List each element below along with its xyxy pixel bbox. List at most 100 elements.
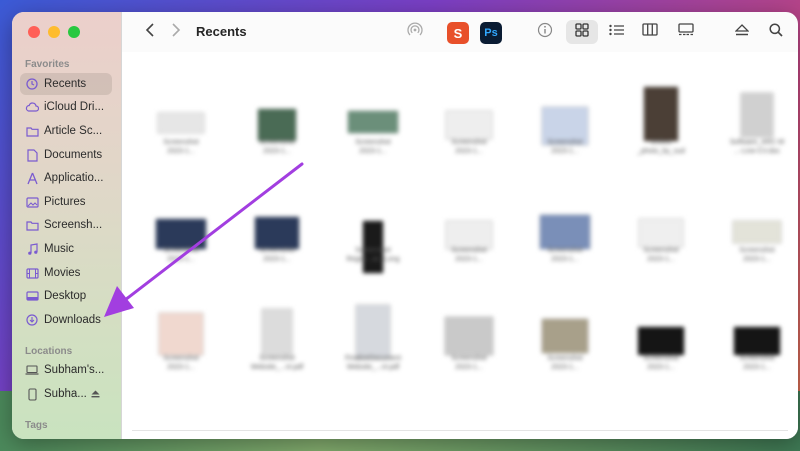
file-item[interactable]: Screenshot 2023-1...	[328, 76, 418, 186]
zoom-button[interactable]	[68, 26, 80, 38]
file-item[interactable]: Screenshot 2023-1...	[616, 292, 706, 402]
file-name: Screenshot 2023-1...	[451, 355, 487, 371]
chevron-right-icon	[171, 22, 181, 42]
file-name: Screenshot 2023-1...	[355, 139, 391, 155]
file-item[interactable]: Screenshot Regist...an_Long	[328, 184, 418, 294]
file-name: FinalizeDocument Website_...nt.pdf	[344, 355, 402, 371]
desktop-icon	[25, 289, 39, 303]
toolbar: Recents S Ps	[122, 12, 798, 52]
column-view-button[interactable]	[638, 20, 662, 44]
file-thumbnail	[157, 112, 205, 134]
file-name: Screenshot Website_...nt.pdf	[250, 355, 304, 371]
file-thumbnail	[643, 86, 679, 142]
eject-icon	[734, 23, 750, 41]
icon-view-button[interactable]	[566, 20, 598, 44]
file-item[interactable]: Screenshot 2023-1...	[232, 76, 322, 186]
sidebar-item-music[interactable]: Music	[20, 238, 112, 260]
sidebar-item-label: Subham's...	[44, 364, 105, 376]
file-thumbnail	[732, 220, 782, 244]
close-button[interactable]	[28, 26, 40, 38]
file-thumbnail	[733, 326, 781, 356]
sidebar-item-label: Pictures	[44, 196, 86, 208]
list-icon	[609, 23, 625, 41]
file-name: Screenshot 2023-1...	[739, 247, 775, 263]
file-item[interactable]: Screenshot 2023-1...	[136, 292, 226, 402]
film-icon	[25, 266, 39, 280]
horizontal-scrollbar[interactable]	[132, 430, 788, 431]
file-name: Screenshot 2023-1...	[259, 139, 295, 155]
sidebar-item-screenshots[interactable]: Screensh...	[20, 214, 112, 236]
file-item[interactable]: Screenshot 2023-1...	[520, 184, 610, 294]
file-item[interactable]: Screenshot 2023-1...	[136, 184, 226, 294]
window-title: Recents	[196, 24, 247, 39]
minimize-button[interactable]	[48, 26, 60, 38]
search-icon	[769, 22, 783, 42]
eject-icon[interactable]	[91, 390, 100, 398]
search-button[interactable]	[764, 20, 788, 44]
back-button[interactable]	[140, 20, 160, 44]
sidebar-item-desktop[interactable]: Desktop	[20, 285, 112, 307]
file-item[interactable]: Screenshot 2023-1...	[520, 76, 610, 186]
file-name: Screenshot 2023-1...	[643, 355, 679, 371]
file-item[interactable]: Screenshot 2023-1...	[424, 292, 514, 402]
sidebar-item-article-screenshots[interactable]: Article Sc...	[20, 120, 112, 142]
file-item[interactable]: Screenshot 2023-1...	[712, 184, 798, 294]
app-letter: Ps	[484, 27, 498, 39]
file-item[interactable]: Screenshot Website_...nt.pdf	[232, 292, 322, 402]
file-item[interactable]: Software_ARC-M ...-Line-CV.doc	[712, 76, 798, 186]
sidebar-item-pictures[interactable]: Pictures	[20, 191, 112, 213]
file-item[interactable]: Screenshot 2023-1...	[424, 184, 514, 294]
sidebar-item-movies[interactable]: Movies	[20, 262, 112, 284]
file-name: Screenshot 2023-1...	[163, 247, 199, 263]
favorites-section-title: Favorites	[25, 59, 70, 70]
applications-icon	[25, 171, 39, 185]
file-item[interactable]: Screenshot 2023-1...	[136, 76, 226, 186]
clock-icon	[25, 77, 39, 91]
file-name: Screenshot 2023-1...	[547, 355, 583, 371]
chevron-left-icon	[145, 22, 155, 42]
file-name: Screenshot 2023-1...	[547, 139, 583, 155]
file-grid: Screenshot 2023-1... Screenshot 2023-1...…	[122, 52, 798, 439]
file-name: Screenshot 2023-1...	[643, 247, 679, 263]
sidebar-item-label: Recents	[44, 78, 87, 90]
airdrop-button[interactable]	[404, 20, 426, 44]
sketch-app-icon[interactable]: S	[447, 22, 469, 44]
file-thumbnail	[638, 218, 684, 248]
sidebar-item-label: Documents	[44, 149, 103, 161]
sidebar-item-downloads[interactable]: Downloads	[20, 309, 112, 331]
sidebar-item-label: Article Sc...	[44, 125, 103, 137]
grid-icon	[575, 22, 589, 42]
list-view-button[interactable]	[605, 20, 629, 44]
file-item[interactable]: Screenshot 2023-1...	[232, 184, 322, 294]
file-name: Screenshot 2023-1...	[451, 247, 487, 263]
sidebar-item-icloud[interactable]: iCloud Dri...	[20, 96, 112, 118]
file-thumbnail	[539, 214, 591, 250]
cloud-icon	[25, 100, 39, 114]
file-item[interactable]: Screenshot 2023-1...	[616, 184, 706, 294]
sidebar-item-applications[interactable]: Applicatio...	[20, 167, 112, 189]
file-item[interactable]: Screenshot 2023-1...	[424, 76, 514, 186]
file-name: Screenshot Regist...an_Long	[346, 247, 400, 263]
folder-icon	[25, 218, 39, 232]
file-item[interactable]: tinified _photo_by_sud	[616, 76, 706, 186]
sidebar-item-mac[interactable]: Subham's...	[20, 359, 112, 381]
eject-button[interactable]	[730, 20, 754, 44]
file-thumbnail	[355, 304, 391, 360]
document-icon	[25, 148, 39, 162]
forward-button[interactable]	[166, 20, 186, 44]
file-thumbnail	[254, 216, 300, 250]
info-button[interactable]	[534, 20, 556, 44]
finder-window: Favorites Recents iCloud Dri... Article …	[12, 12, 798, 439]
photoshop-app-icon[interactable]: Ps	[480, 22, 502, 44]
file-thumbnail	[158, 312, 204, 356]
sidebar-item-recents[interactable]: Recents	[20, 73, 112, 95]
file-name: Screenshot 2023-1...	[163, 139, 199, 155]
file-item[interactable]: FinalizeDocument Website_...nt.pdf	[328, 292, 418, 402]
file-item[interactable]: Screenshot 2023-1...	[520, 292, 610, 402]
sidebar-item-label: Music	[44, 243, 75, 255]
gallery-view-button[interactable]	[674, 20, 698, 44]
file-name: Screenshot 2023-1...	[547, 247, 583, 263]
sidebar-item-documents[interactable]: Documents	[20, 144, 112, 166]
file-item[interactable]: Screenshot 2023-1...	[712, 292, 798, 402]
sidebar-item-device[interactable]: Subha...	[20, 383, 112, 405]
